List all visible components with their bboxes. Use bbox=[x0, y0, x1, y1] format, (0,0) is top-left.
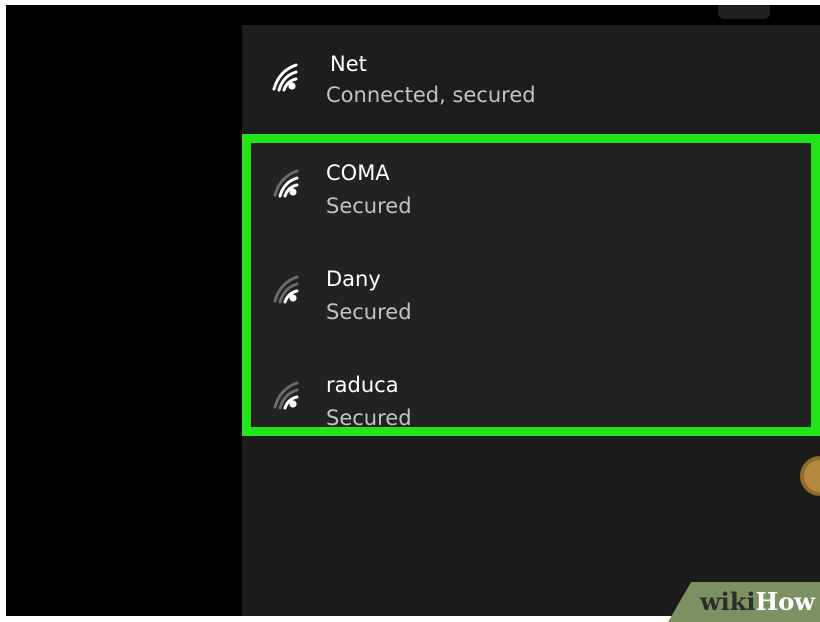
available-networks-highlight: COMA Secured Dany Secured raduca Secured bbox=[242, 134, 820, 436]
network-name: Net bbox=[330, 52, 367, 76]
network-name: Dany bbox=[326, 267, 381, 291]
network-status: Connected, secured bbox=[326, 83, 536, 107]
watermark: wikiHow bbox=[700, 588, 815, 616]
top-edge-control bbox=[718, 5, 770, 19]
wifi-signal-partial-icon bbox=[273, 169, 299, 198]
network-item-raduca[interactable]: raduca Secured bbox=[251, 355, 811, 439]
network-name: raduca bbox=[326, 373, 399, 397]
wifi-signal-partial-icon bbox=[273, 381, 299, 410]
watermark-how: How bbox=[755, 587, 815, 616]
screen: Net Connected, secured COMA Secured Dany… bbox=[6, 5, 820, 616]
wifi-signal-partial-icon bbox=[273, 275, 299, 304]
network-status: Secured bbox=[326, 406, 412, 430]
network-item-connected[interactable]: Net Connected, secured bbox=[242, 25, 820, 130]
wifi-signal-full-icon bbox=[272, 63, 298, 92]
network-name: COMA bbox=[326, 161, 390, 185]
network-status: Secured bbox=[326, 300, 412, 324]
network-status: Secured bbox=[326, 194, 412, 218]
watermark-wiki: wiki bbox=[700, 587, 756, 616]
network-item-dany[interactable]: Dany Secured bbox=[251, 249, 811, 345]
network-item-coma[interactable]: COMA Secured bbox=[251, 143, 811, 239]
